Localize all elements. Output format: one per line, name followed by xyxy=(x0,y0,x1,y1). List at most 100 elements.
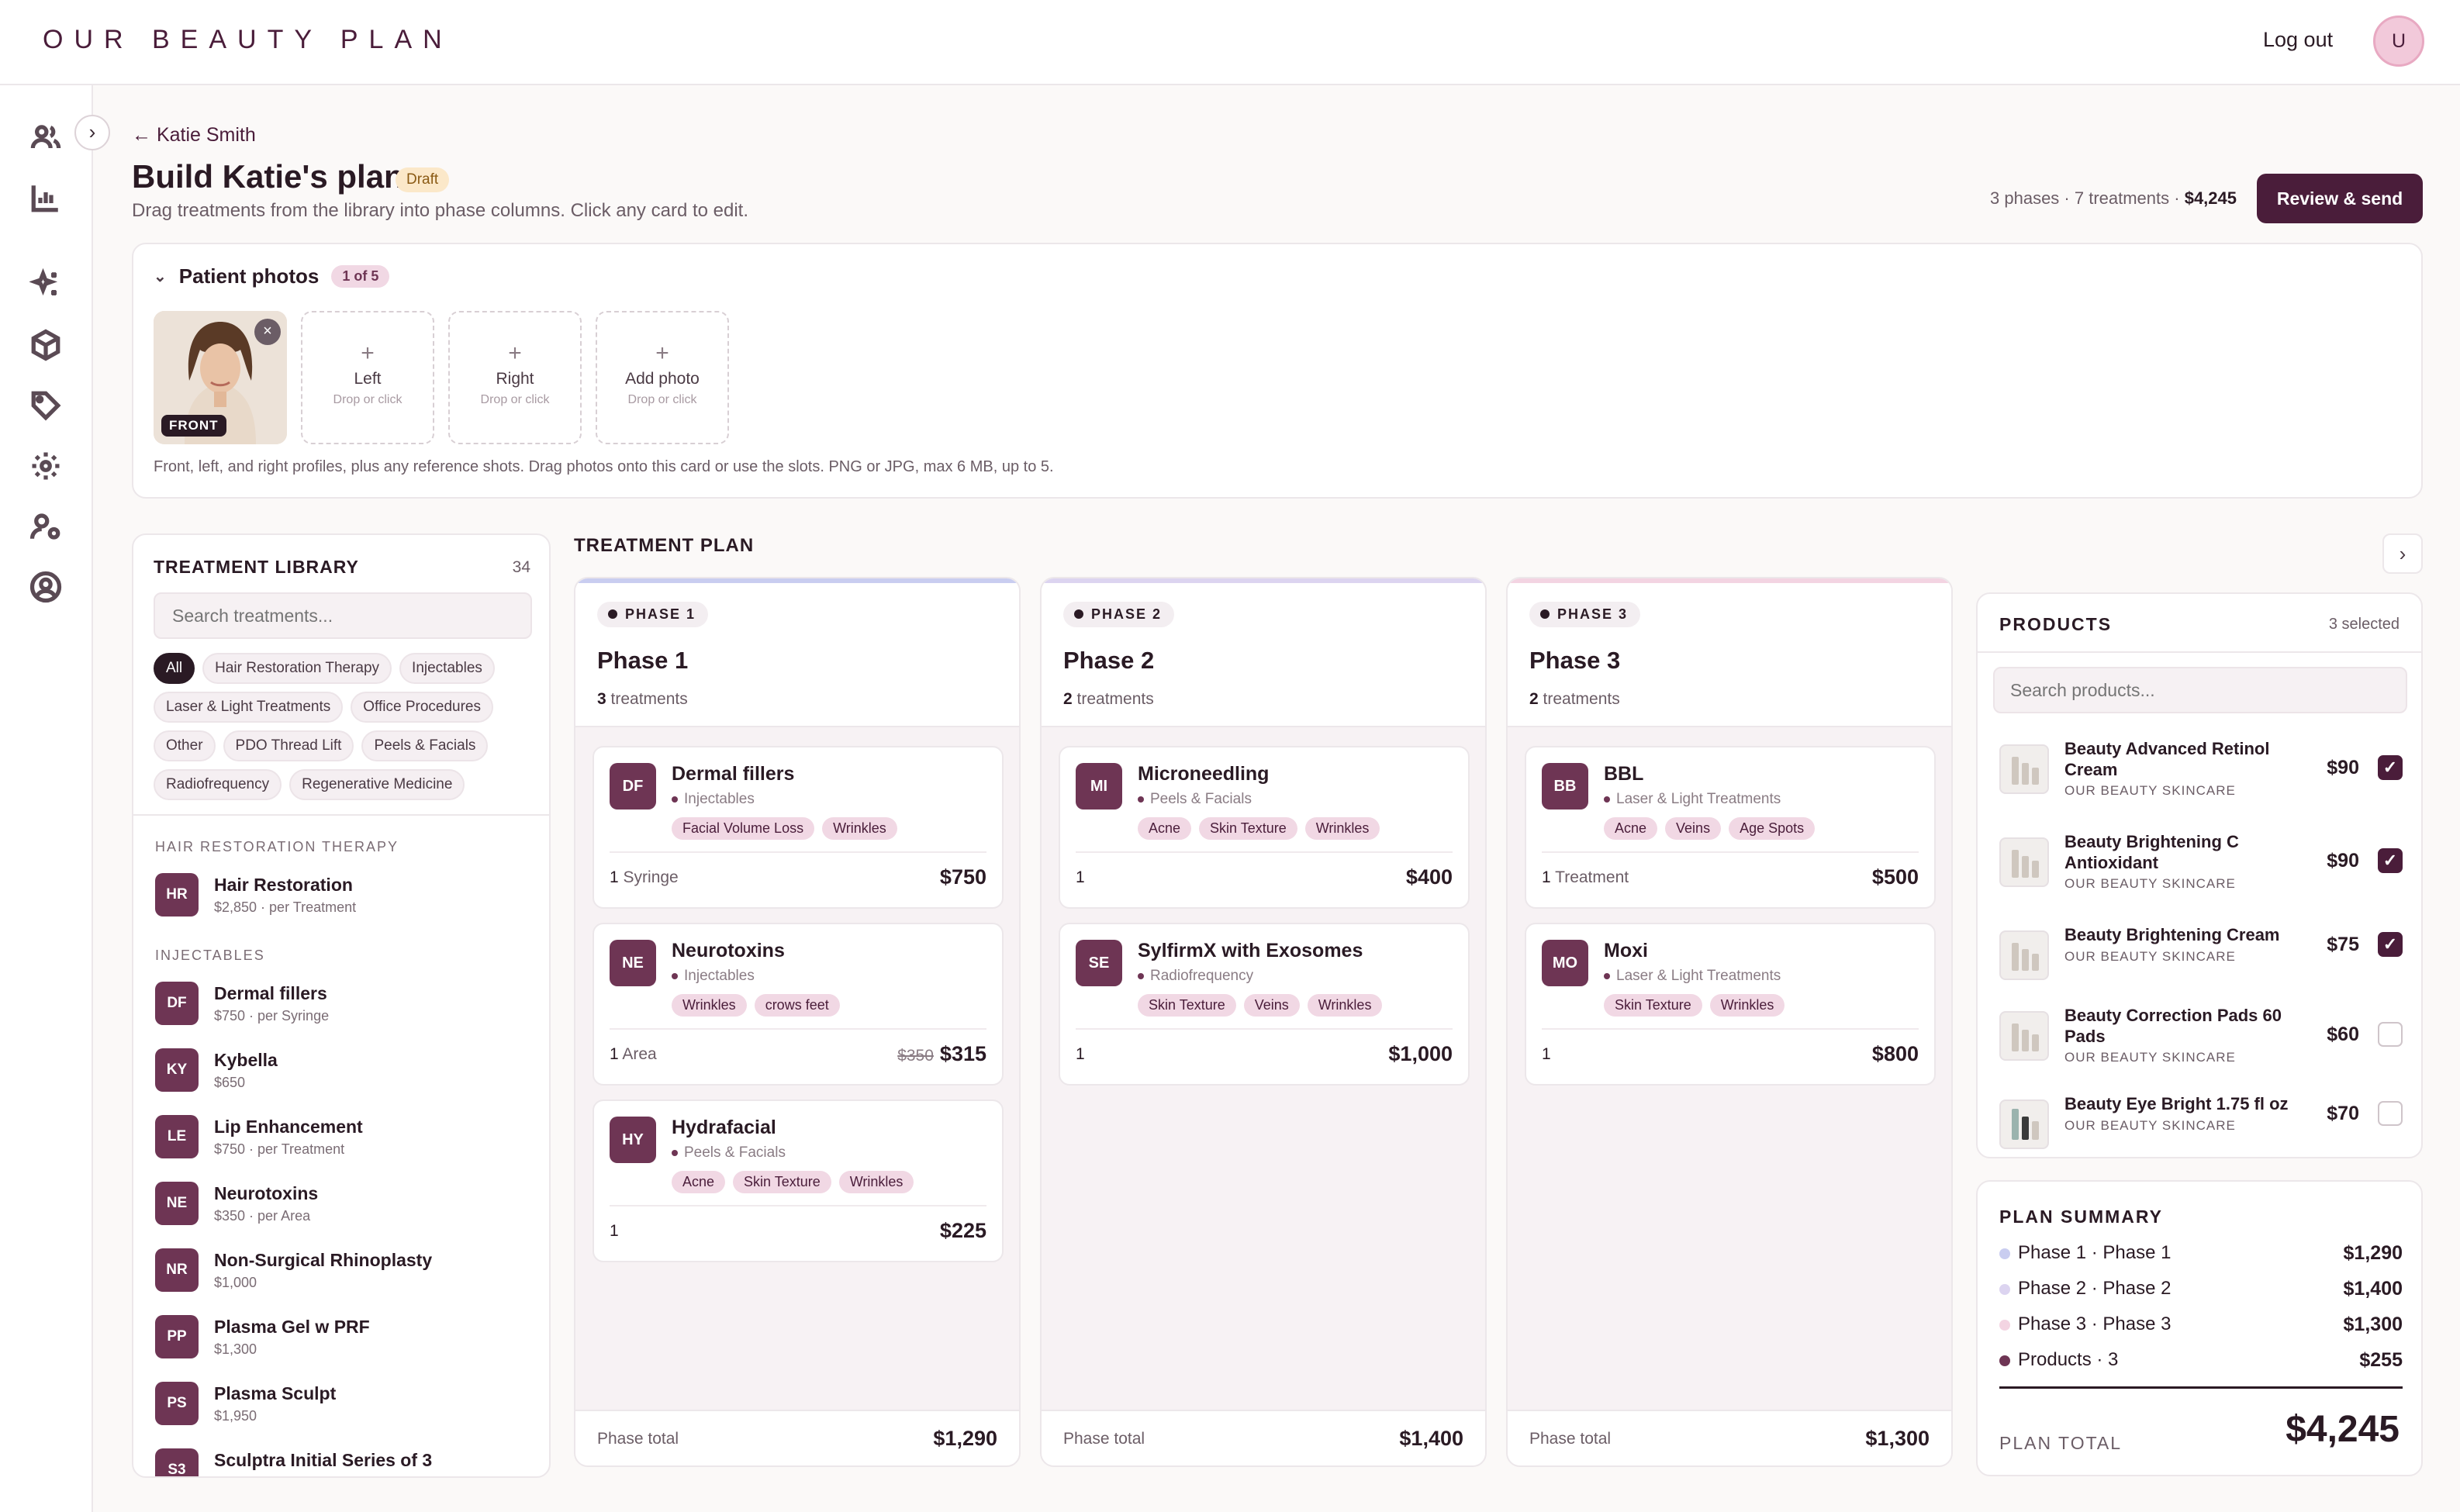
bar-chart-icon[interactable] xyxy=(29,181,62,214)
treatment-search-input[interactable] xyxy=(154,592,532,639)
legend-dot xyxy=(1999,1248,2010,1259)
concern-tags: Facial Volume Loss Wrinkles xyxy=(672,817,897,840)
logout-link[interactable]: Log out xyxy=(2263,28,2333,52)
product-row[interactable]: Beauty Brightening Cream OUR BEAUTY SKIN… xyxy=(1999,924,2403,994)
library-item[interactable]: DF Dermal fillers $750 · per Syringe xyxy=(155,982,527,1036)
front-label: FRONT xyxy=(161,415,226,437)
chip-hair-restoration[interactable]: Hair Restoration Therapy xyxy=(202,653,392,684)
library-item[interactable]: PS Plasma Sculpt $1,950 xyxy=(155,1382,527,1436)
chip-peels-facials[interactable]: Peels & Facials xyxy=(361,730,489,761)
concern-tag: Wrinkles xyxy=(672,994,747,1017)
legend-dot xyxy=(1999,1355,2010,1366)
product-checkbox[interactable] xyxy=(2378,1101,2403,1126)
treatment-category: Peels & Facials xyxy=(1138,791,1252,808)
product-name: Beauty Brightening Cream xyxy=(2064,925,2280,944)
photos-title: Patient photos xyxy=(178,264,320,288)
phase-treatment-count: 2 treatments xyxy=(1529,690,1620,709)
product-brand: OUR BEAUTY SKINCARE xyxy=(2064,783,2236,798)
user-circle-icon[interactable] xyxy=(29,571,62,603)
treatment-quantity: 1 xyxy=(610,1222,619,1241)
phase-total-label: Phase total xyxy=(1063,1430,1145,1448)
concern-tag: Wrinkles xyxy=(822,817,897,840)
product-checkbox[interactable]: ✓ xyxy=(2378,932,2403,957)
phase-name[interactable]: Phase 1 xyxy=(597,647,688,675)
chip-regenerative-medicine[interactable]: Regenerative Medicine xyxy=(289,769,465,800)
product-row[interactable]: Beauty Correction Pads 60 Pads OUR BEAUT… xyxy=(1999,1005,2403,1075)
treatment-name: Neurotoxins xyxy=(214,1183,319,1203)
photo-slot-add[interactable]: + Add photo Drop or click xyxy=(596,311,729,444)
summary-row: Products · 3 $255 xyxy=(1999,1348,2403,1376)
phase-total-label: Phase total xyxy=(1529,1430,1612,1448)
chip-injectables[interactable]: Injectables xyxy=(399,653,495,684)
treatment-price: $1,950 xyxy=(214,1408,257,1424)
remove-photo-button[interactable]: × xyxy=(254,319,281,345)
phase-name[interactable]: Phase 3 xyxy=(1529,647,1620,675)
summary-label: Phase 1 · Phase 1 xyxy=(2018,1242,2172,1263)
box-icon[interactable] xyxy=(29,329,62,361)
brand-logo[interactable]: OUR BEAUTY PLAN xyxy=(43,25,453,55)
product-price: $60 xyxy=(2327,1024,2359,1045)
slot-label: Right xyxy=(496,370,534,388)
front-photo[interactable]: × FRONT xyxy=(154,311,287,444)
scroll-right-button[interactable]: › xyxy=(2382,533,2423,574)
treatment-name: Sculptra Initial Series of 3 xyxy=(214,1450,433,1470)
user-avatar[interactable]: U xyxy=(2373,16,2424,67)
library-item[interactable]: HR Hair Restoration $2,850 · per Treatme… xyxy=(155,873,527,927)
chip-other[interactable]: Other xyxy=(154,730,216,761)
library-item[interactable]: KY Kybella $650 xyxy=(155,1048,527,1103)
treatment-card[interactable]: SE SylfirmX with Exosomes Radiofrequency… xyxy=(1059,923,1470,1086)
library-item[interactable]: LE Lip Enhancement $750 · per Treatment xyxy=(155,1115,527,1169)
treatment-price: $1,000 xyxy=(214,1275,257,1290)
expand-nav-button[interactable]: › xyxy=(74,115,110,150)
product-row[interactable]: Beauty Advanced Retinol Cream OUR BEAUTY… xyxy=(1999,738,2403,808)
treatment-name: Kybella xyxy=(214,1050,278,1070)
phase-column-3[interactable]: PHASE 3 Phase 3 2 treatments BB BBL Lase… xyxy=(1506,577,1953,1467)
chip-radiofrequency[interactable]: Radiofrequency xyxy=(154,769,282,800)
library-item[interactable]: NE Neurotoxins $350 · per Area xyxy=(155,1182,527,1236)
phase-column-2[interactable]: PHASE 2 Phase 2 2 treatments MI Micronee… xyxy=(1040,577,1487,1467)
treatment-card[interactable]: BB BBL Laser & Light Treatments Acne Vei… xyxy=(1525,746,1936,909)
photos-header[interactable]: ⌄ Patient photos 1 of 5 xyxy=(154,264,390,288)
treatment-card[interactable]: DF Dermal fillers Injectables Facial Vol… xyxy=(593,746,1004,909)
product-row[interactable]: Beauty Brightening C Antioxidant OUR BEA… xyxy=(1999,831,2403,901)
tag-icon[interactable] xyxy=(29,389,62,422)
phase-footer: Phase total $1,300 xyxy=(1508,1410,1951,1465)
user-settings-icon[interactable] xyxy=(29,510,62,543)
product-checkbox[interactable]: ✓ xyxy=(2378,848,2403,873)
sparkle-icon[interactable] xyxy=(28,268,62,301)
treatment-avatar: SE xyxy=(1076,940,1122,986)
users-icon[interactable] xyxy=(29,121,62,154)
photos-note: Front, left, and right profiles, plus an… xyxy=(154,458,1054,475)
product-search-input[interactable] xyxy=(1993,667,2407,713)
slot-hint: Drop or click xyxy=(480,393,550,406)
concern-tag: Acne xyxy=(1604,817,1658,840)
phase-name[interactable]: Phase 2 xyxy=(1063,647,1154,675)
treatment-card[interactable]: HY Hydrafacial Peels & Facials Acne Skin… xyxy=(593,1099,1004,1262)
chevron-down-icon[interactable]: ⌄ xyxy=(154,267,167,286)
treatment-card[interactable]: MI Microneedling Peels & Facials Acne Sk… xyxy=(1059,746,1470,909)
phase-column-1[interactable]: PHASE 1 Phase 1 3 treatments DF Dermal f… xyxy=(574,577,1021,1467)
product-row[interactable]: Beauty Eye Bright 1.75 fl oz OUR BEAUTY … xyxy=(1999,1093,2403,1157)
concern-tag: Facial Volume Loss xyxy=(672,817,815,840)
plan-summary-line: 3 phases · 7 treatments · $4,245 xyxy=(1990,188,2237,209)
back-link[interactable]: ← Katie Smith xyxy=(132,124,256,147)
library-item[interactable]: NR Non-Surgical Rhinoplasty $1,000 xyxy=(155,1248,527,1303)
concern-tag: Acne xyxy=(1138,817,1192,840)
review-send-button[interactable]: Review & send xyxy=(2257,174,2423,223)
gear-icon[interactable] xyxy=(29,450,62,482)
chip-office-procedures[interactable]: Office Procedures xyxy=(351,692,494,723)
photo-slot-left[interactable]: + Left Drop or click xyxy=(301,311,434,444)
product-checkbox[interactable] xyxy=(2378,1022,2403,1047)
photo-slot-right[interactable]: + Right Drop or click xyxy=(448,311,582,444)
treatment-category: Injectables xyxy=(672,968,755,985)
chip-all[interactable]: All xyxy=(154,653,195,684)
library-item[interactable]: S3 Sculptra Initial Series of 3 xyxy=(155,1448,527,1476)
chip-laser-light[interactable]: Laser & Light Treatments xyxy=(154,692,344,723)
product-price: $70 xyxy=(2327,1103,2359,1124)
phase-treatment-count: 2 treatments xyxy=(1063,690,1154,709)
product-checkbox[interactable]: ✓ xyxy=(2378,755,2403,780)
library-item[interactable]: PP Plasma Gel w PRF $1,300 xyxy=(155,1315,527,1369)
chip-pdo-thread-lift[interactable]: PDO Thread Lift xyxy=(223,730,354,761)
treatment-card[interactable]: MO Moxi Laser & Light Treatments Skin Te… xyxy=(1525,923,1936,1086)
treatment-card[interactable]: NE Neurotoxins Injectables Wrinkles crow… xyxy=(593,923,1004,1086)
